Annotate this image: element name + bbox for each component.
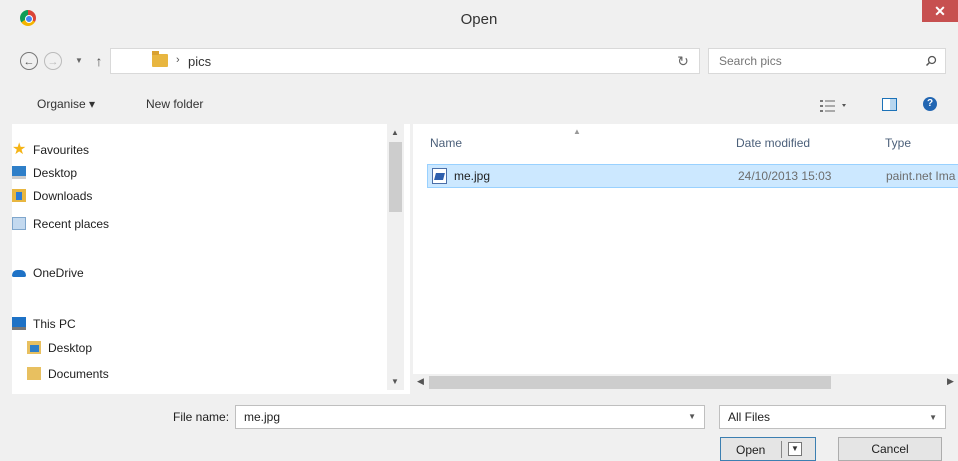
scroll-down-arrow-icon[interactable]: ▼ xyxy=(391,377,399,386)
dialog-footer: File name: ▼ All Files ▼ Open ▼ Cancel xyxy=(0,394,958,461)
star-icon: ★ xyxy=(12,141,27,158)
search-box[interactable] xyxy=(708,48,946,74)
column-header-date-modified[interactable]: Date modified xyxy=(736,136,810,150)
file-type-select[interactable]: All Files ▼ xyxy=(719,405,946,429)
this-pc-icon xyxy=(12,317,26,330)
up-button[interactable]: ↑ xyxy=(90,52,108,70)
scroll-up-arrow-icon[interactable]: ▲ xyxy=(391,128,399,137)
documents-folder-icon xyxy=(27,367,41,380)
nav-item-label: Desktop xyxy=(33,166,78,180)
file-type-value: All Files xyxy=(728,410,771,424)
change-view-icon[interactable] xyxy=(820,98,848,114)
preview-pane-icon[interactable] xyxy=(882,98,897,111)
open-button-label[interactable]: Open xyxy=(736,443,765,457)
onedrive-icon xyxy=(12,266,26,279)
cancel-button[interactable]: Cancel xyxy=(838,437,942,461)
new-folder-button[interactable]: New folder xyxy=(146,97,203,111)
image-file-icon xyxy=(432,168,447,184)
recent-locations-dropdown[interactable]: ▼ xyxy=(70,52,88,70)
address-bar[interactable]: › pics ⌄ xyxy=(110,48,797,74)
search-icon xyxy=(925,55,937,67)
file-name-label: File name: xyxy=(173,410,230,424)
file-name-input[interactable] xyxy=(244,410,664,424)
close-button[interactable]: ✕ xyxy=(922,0,958,22)
nav-item-label: Downloads xyxy=(33,189,93,203)
date-modified-cell: 24/10/2013 15:03 xyxy=(738,169,832,183)
open-split-button[interactable]: Open ▼ xyxy=(720,437,816,461)
nav-item-label: Documents xyxy=(48,367,109,381)
command-bar: Organise ▾ New folder ? xyxy=(0,94,958,118)
navigation-scrollbar[interactable]: ▲ ▼ xyxy=(387,124,404,390)
folder-icon xyxy=(152,51,168,67)
breadcrumb-separator[interactable]: › xyxy=(176,54,180,66)
column-header-name[interactable]: Name xyxy=(430,136,462,150)
search-input[interactable] xyxy=(719,54,909,68)
file-list: Name ▲ Date modified Type me.jpg 24/10/2… xyxy=(413,124,958,376)
refresh-button[interactable]: ↻ xyxy=(668,48,698,74)
organise-menu-button[interactable]: Organise ▾ xyxy=(37,97,95,111)
split-divider xyxy=(781,441,782,458)
chevron-down-icon[interactable]: ▼ xyxy=(929,413,937,422)
forward-button[interactable]: → xyxy=(44,52,62,70)
file-name-combobox[interactable]: ▼ xyxy=(235,405,705,429)
sort-arrow-icon: ▲ xyxy=(573,127,581,136)
back-button[interactable]: ← xyxy=(20,52,38,70)
title-bar: Open ✕ xyxy=(0,0,958,36)
desktop-folder-icon xyxy=(27,341,41,354)
scroll-right-arrow-icon[interactable]: ▶ xyxy=(947,376,954,387)
downloads-icon xyxy=(12,189,26,202)
nav-item-label: Recent places xyxy=(33,217,110,231)
horizontal-scroll-thumb[interactable] xyxy=(429,376,831,389)
breadcrumb-pics[interactable]: pics xyxy=(188,54,211,69)
open-file-dialog: Open ✕ ← → ▼ ↑ › pics ⌄ ↻ Organise ▾ New… xyxy=(0,0,958,461)
nav-item-label: Desktop xyxy=(48,341,93,355)
scroll-left-arrow-icon[interactable]: ◀ xyxy=(417,376,424,387)
file-row[interactable]: me.jpg 24/10/2013 15:03 paint.net Ima xyxy=(427,164,958,188)
desktop-icon xyxy=(12,166,26,179)
help-icon[interactable]: ? xyxy=(923,97,937,111)
file-name-cell: me.jpg xyxy=(454,169,491,183)
nav-item-label: Favourites xyxy=(33,143,90,157)
nav-item-label: This PC xyxy=(33,317,76,331)
address-row: ← → ▼ ↑ › pics ⌄ ↻ xyxy=(0,46,958,78)
nav-item-label: OneDrive xyxy=(33,266,84,280)
type-cell: paint.net Ima xyxy=(886,169,956,183)
recent-places-icon xyxy=(12,217,26,230)
navigation-pane: ★ Favourites Desktop Downloads Recent pl… xyxy=(12,124,410,394)
open-options-dropdown[interactable]: ▼ xyxy=(788,442,802,456)
dialog-title: Open xyxy=(460,11,498,28)
column-header-type[interactable]: Type xyxy=(885,136,911,150)
file-list-horizontal-scrollbar[interactable]: ◀ ▶ xyxy=(413,374,958,391)
chevron-down-icon[interactable]: ▼ xyxy=(688,412,696,421)
scroll-thumb[interactable] xyxy=(389,142,402,212)
